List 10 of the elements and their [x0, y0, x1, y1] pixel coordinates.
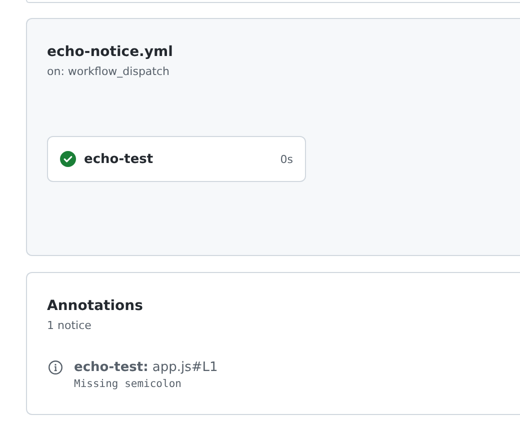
- annotations-title: Annotations: [47, 297, 144, 316]
- workflow-trigger: on: workflow_dispatch: [47, 64, 171, 80]
- info-icon: [48, 360, 63, 375]
- job-name: echo-test: [84, 152, 154, 166]
- workflow-title: echo-notice.yml: [47, 43, 174, 62]
- job-card[interactable]: echo-test 0s: [47, 136, 306, 182]
- annotation-title[interactable]: echo-test: app.js#L1: [74, 358, 218, 377]
- annotations-count: 1 notice: [47, 318, 92, 334]
- annotation-message: Missing semicolon: [74, 377, 182, 392]
- job-duration: 0s: [280, 152, 293, 166]
